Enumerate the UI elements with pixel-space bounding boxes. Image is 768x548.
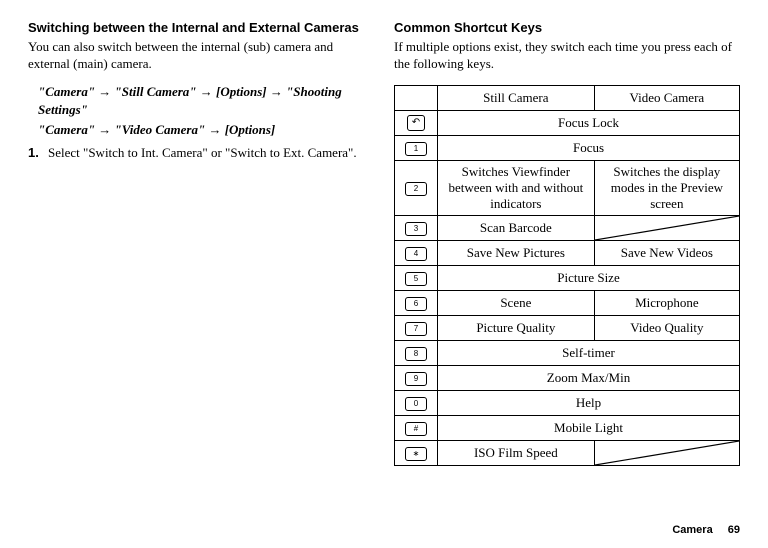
shortcut-desc: Zoom Max/Min [438,366,740,391]
key-icon: 2 [395,160,438,216]
table-row: 3Scan Barcode [395,216,740,241]
shortcut-still: Save New Pictures [438,241,595,266]
shortcut-desc: Focus [438,135,740,160]
table-row: #Mobile Light [395,416,740,441]
right-column: Common Shortcut Keys If multiple options… [394,20,740,466]
shortcut-still: Picture Quality [438,316,595,341]
shortcut-still: ISO Film Speed [438,441,595,466]
shortcut-video: Switches the display modes in the Previe… [594,160,739,216]
key-icon: 5 [395,266,438,291]
left-column: Switching between the Internal and Exter… [28,20,374,466]
step-1: 1. Select "Switch to Int. Camera" or "Sw… [28,145,374,161]
footer-page: 69 [728,524,740,536]
shortcut-desc: Picture Size [438,266,740,291]
table-row: 8Self-timer [395,341,740,366]
key-icon: 7 [395,316,438,341]
shortcut-table: Still CameraVideo Camera↶Focus Lock1Focu… [394,85,740,467]
key-icon: 8 [395,341,438,366]
table-row: 1Focus [395,135,740,160]
step-number: 1. [28,145,48,161]
not-applicable-cell [594,216,739,241]
table-row: 9Zoom Max/Min [395,366,740,391]
right-intro: If multiple options exist, they switch e… [394,39,740,73]
table-row: ↶Focus Lock [395,110,740,135]
nav-path-2: "Camera" → "Video Camera" → [Options] [38,121,374,139]
shortcut-video: Save New Videos [594,241,739,266]
key-icon: 4 [395,241,438,266]
table-header-video: Video Camera [594,85,739,110]
table-row: 2Switches Viewfinder between with and wi… [395,160,740,216]
key-icon: # [395,416,438,441]
right-heading: Common Shortcut Keys [394,20,740,37]
shortcut-desc: Help [438,391,740,416]
page-footer: Camera 69 [672,524,740,536]
shortcut-desc: Focus Lock [438,110,740,135]
table-row: 4Save New PicturesSave New Videos [395,241,740,266]
shortcut-desc: Self-timer [438,341,740,366]
footer-section: Camera [672,524,712,536]
table-row: 7Picture QualityVideo Quality [395,316,740,341]
left-intro: You can also switch between the internal… [28,39,374,73]
table-row: 5Picture Size [395,266,740,291]
not-applicable-cell [594,441,739,466]
shortcut-still: Scan Barcode [438,216,595,241]
table-header-still: Still Camera [438,85,595,110]
key-icon: 0 [395,391,438,416]
left-heading: Switching between the Internal and Exter… [28,20,374,37]
table-row: 0Help [395,391,740,416]
shortcut-video: Video Quality [594,316,739,341]
shortcut-desc: Mobile Light [438,416,740,441]
nav-path-1: "Camera" → "Still Camera" → [Options] → … [38,83,374,119]
table-row: ∗ISO Film Speed [395,441,740,466]
key-icon: 3 [395,216,438,241]
table-header-key [395,85,438,110]
shortcut-video: Microphone [594,291,739,316]
key-icon: ∗ [395,441,438,466]
key-icon: 6 [395,291,438,316]
table-row: 6SceneMicrophone [395,291,740,316]
key-icon: 9 [395,366,438,391]
key-icon: 1 [395,135,438,160]
shortcut-still: Scene [438,291,595,316]
key-icon: ↶ [395,110,438,135]
shortcut-still: Switches Viewfinder between with and wit… [438,160,595,216]
step-text: Select "Switch to Int. Camera" or "Switc… [48,145,374,161]
